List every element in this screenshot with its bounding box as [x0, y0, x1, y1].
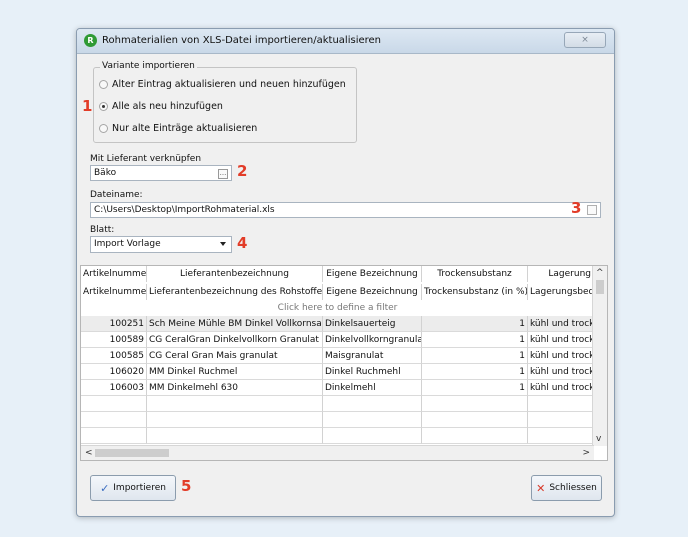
radio-label: Nur alte Einträge aktualisieren [112, 122, 258, 134]
cell-storage[interactable]: kühl und trocke [528, 364, 594, 380]
horizontal-scrollbar[interactable]: < > [81, 445, 594, 460]
column-subheader: Lieferantenbezeichnung des Rohstoffes [147, 284, 323, 300]
column-subheader: Trockensubstanz (in %) [422, 284, 528, 300]
cell-own-name[interactable]: Dinkelmehl [323, 380, 422, 396]
callout-5: 5 [181, 477, 192, 495]
callout-2: 2 [237, 162, 248, 180]
close-icon: ✕ [536, 481, 546, 495]
empty-table-row[interactable] [81, 412, 594, 428]
cell-storage[interactable]: kühl und trocke [528, 348, 594, 364]
cell-dry-substance[interactable]: 1 [422, 332, 528, 348]
filename-field[interactable]: C:\Users\Desktop\ImportRohmaterial.xls [90, 202, 601, 218]
import-grid[interactable]: Artikelnummer Lieferantenbezeichnung Eig… [80, 265, 608, 461]
app-logo-icon: R [84, 34, 97, 47]
radio-update-and-add[interactable]: Alter Eintrag aktualisieren und neuen hi… [99, 77, 346, 91]
cell-storage[interactable]: kühl und trocke [528, 380, 594, 396]
callout-4: 4 [237, 234, 248, 252]
variant-groupbox: Variante importieren Alter Eintrag aktua… [93, 61, 357, 143]
radio-label: Alter Eintrag aktualisieren und neuen hi… [112, 78, 346, 90]
empty-table-row[interactable] [81, 428, 594, 444]
cell-own-name[interactable]: Maisgranulat [323, 348, 422, 364]
chevron-down-icon[interactable] [220, 242, 226, 246]
cell-supplier-name[interactable]: CG CeralGran Dinkelvollkorn Granulat [147, 332, 323, 348]
cell-storage[interactable]: kühl und trocke [528, 316, 594, 332]
grid-subheader-row: Artikelnummer Lieferantenbezeichnung des… [81, 284, 594, 300]
column-subheader: Eigene Bezeichnung [323, 284, 422, 300]
cell-own-name[interactable]: Dinkelvollkorngranulat [323, 332, 422, 348]
filename-value: C:\Users\Desktop\ImportRohmaterial.xls [94, 205, 275, 215]
vertical-scrollbar[interactable]: ^ v [592, 266, 607, 446]
column-subheader: Artikelnummer [81, 284, 147, 300]
document-browse-icon[interactable] [587, 205, 597, 215]
checkmark-icon: ✓ [100, 481, 110, 495]
callout-1: 1 [82, 97, 93, 115]
import-button-label: Importieren [113, 483, 166, 493]
column-header[interactable]: Lagerung [528, 266, 594, 282]
table-row[interactable]: 100585 CG Ceral Gran Mais granulat Maisg… [81, 348, 594, 364]
cell-dry-substance[interactable]: 1 [422, 364, 528, 380]
scroll-left-icon[interactable]: < [85, 448, 93, 458]
close-button-label: Schliessen [549, 483, 597, 493]
variant-group-legend: Variante importieren [100, 61, 197, 71]
callout-3: 3 [571, 199, 582, 217]
close-button[interactable]: ✕ Schliessen [531, 475, 602, 501]
sheet-dropdown[interactable]: Import Vorlage [90, 236, 232, 253]
ellipsis-browse-icon[interactable]: ... [218, 169, 228, 179]
supplier-value: Bäko [94, 168, 117, 178]
cell-supplier-name[interactable]: MM Dinkelmehl 630 [147, 380, 323, 396]
column-subheader: Lagerungsbedi [528, 284, 594, 300]
empty-table-row[interactable] [81, 396, 594, 412]
scroll-down-icon[interactable]: v [596, 434, 601, 444]
supplier-label: Mit Lieferant verknüpfen [90, 154, 202, 164]
column-header[interactable]: Eigene Bezeichnung [323, 266, 422, 282]
table-row[interactable]: 100251 Sch Meine Mühle BM Dinkel Vollkor… [81, 316, 594, 332]
sheet-value: Import Vorlage [94, 239, 161, 249]
cell-article-number[interactable]: 106003 [81, 380, 147, 396]
cell-supplier-name[interactable]: CG Ceral Gran Mais granulat [147, 348, 323, 364]
column-header[interactable]: Artikelnummer [81, 266, 147, 282]
cell-storage[interactable]: kühl und trocke [528, 332, 594, 348]
cell-supplier-name[interactable]: Sch Meine Mühle BM Dinkel Vollkornsauer [147, 316, 323, 332]
grid-header-row: Artikelnummer Lieferantenbezeichnung Eig… [81, 266, 594, 282]
cell-dry-substance[interactable]: 1 [422, 380, 528, 396]
import-dialog: R Rohmaterialien von XLS-Datei importier… [76, 28, 615, 517]
radio-add-all-new[interactable]: Alle als neu hinzufügen [99, 99, 223, 113]
vertical-scroll-thumb[interactable] [596, 280, 604, 294]
sheet-label: Blatt: [90, 225, 115, 235]
radio-icon[interactable] [99, 123, 108, 133]
column-header[interactable]: Lieferantenbezeichnung [147, 266, 323, 282]
title-bar: R Rohmaterialien von XLS-Datei importier… [77, 29, 614, 54]
cell-article-number[interactable]: 100585 [81, 348, 147, 364]
cell-own-name[interactable]: Dinkelsauerteig [323, 316, 422, 332]
radio-update-only[interactable]: Nur alte Einträge aktualisieren [99, 121, 257, 135]
table-row[interactable]: 106020 MM Dinkel Ruchmel Dinkel Ruchmehl… [81, 364, 594, 380]
radio-label: Alle als neu hinzufügen [112, 100, 223, 112]
cell-dry-substance[interactable]: 1 [422, 348, 528, 364]
cell-article-number[interactable]: 100589 [81, 332, 147, 348]
grid-filter-row[interactable]: Click here to define a filter [81, 300, 594, 317]
window-title: Rohmaterialien von XLS-Datei importieren… [102, 35, 382, 46]
cell-dry-substance[interactable]: 1 [422, 316, 528, 332]
column-header[interactable]: Trockensubstanz [422, 266, 528, 282]
table-row[interactable]: 106003 MM Dinkelmehl 630 Dinkelmehl 1 kü… [81, 380, 594, 396]
table-row[interactable]: 100589 CG CeralGran Dinkelvollkorn Granu… [81, 332, 594, 348]
cell-article-number[interactable]: 100251 [81, 316, 147, 332]
import-button[interactable]: ✓ Importieren [90, 475, 176, 501]
close-window-button[interactable]: × [564, 32, 606, 48]
cell-article-number[interactable]: 106020 [81, 364, 147, 380]
radio-icon[interactable] [99, 79, 108, 89]
scroll-up-icon[interactable]: ^ [596, 268, 604, 278]
radio-checked-icon[interactable] [99, 101, 108, 111]
supplier-field[interactable]: Bäko [90, 165, 232, 181]
scroll-right-icon[interactable]: > [582, 448, 590, 458]
horizontal-scroll-thumb[interactable] [95, 449, 169, 457]
cell-supplier-name[interactable]: MM Dinkel Ruchmel [147, 364, 323, 380]
cell-own-name[interactable]: Dinkel Ruchmehl [323, 364, 422, 380]
filename-label: Dateiname: [90, 190, 143, 200]
